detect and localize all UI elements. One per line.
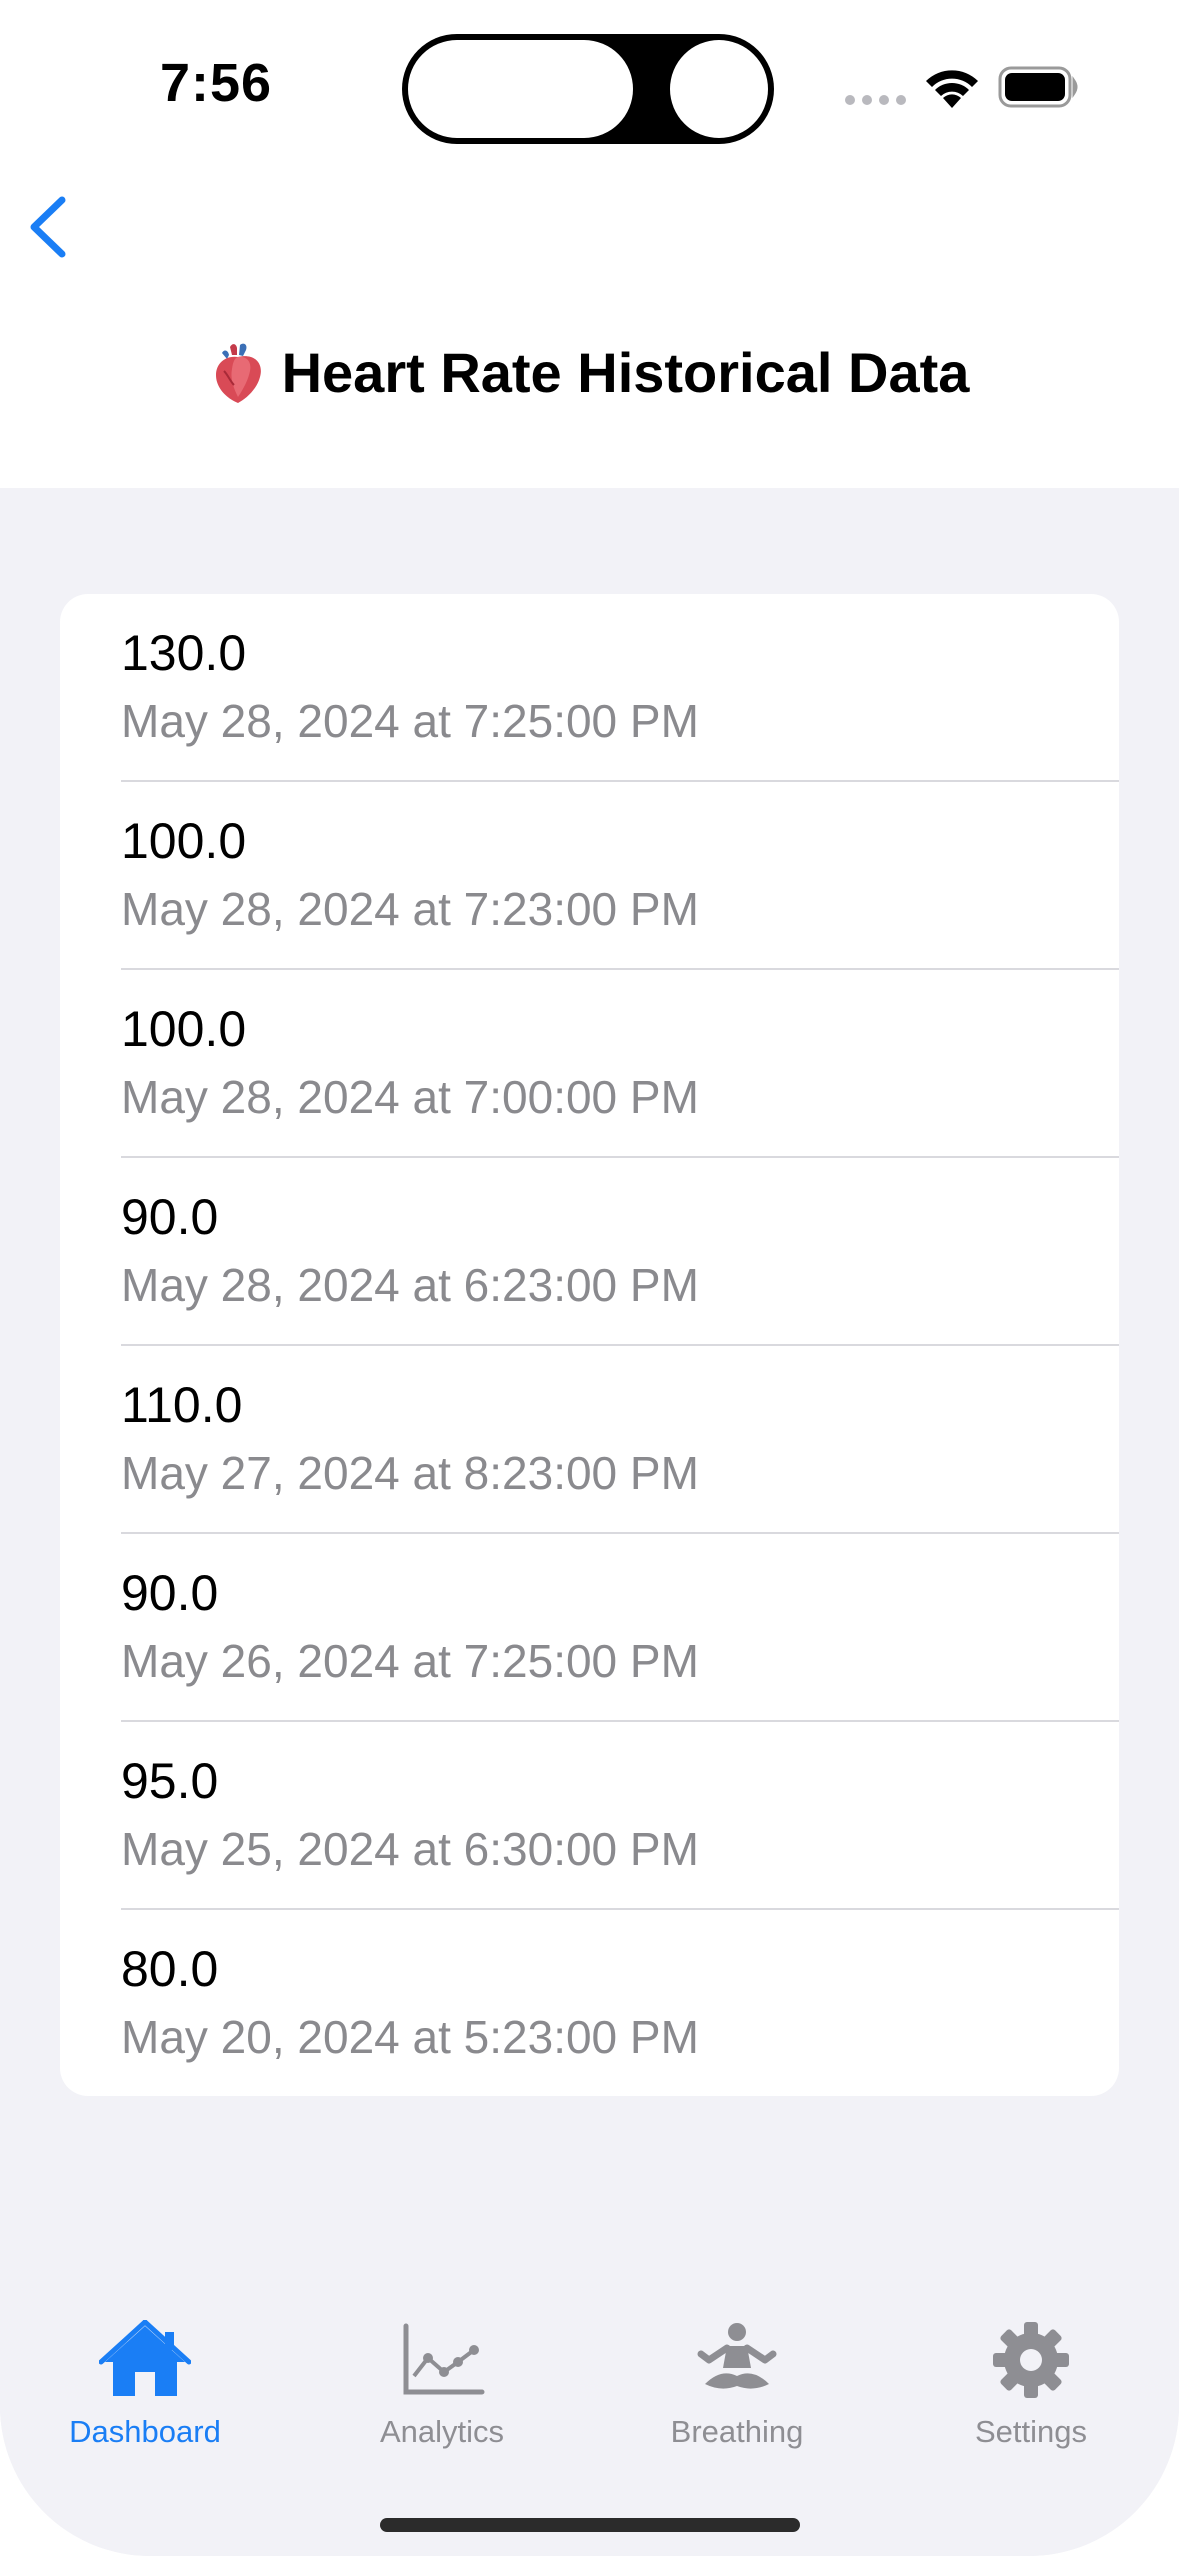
gear-icon	[993, 2322, 1069, 2398]
heart-rate-value: 95.0	[121, 1753, 219, 1809]
anatomical-heart-icon	[215, 343, 261, 403]
list-item[interactable]: 100.0 May 28, 2024 at 7:23:00 PM	[60, 782, 1119, 970]
page-title-text: Heart Rate Historical Data	[281, 341, 970, 404]
heart-rate-timestamp: May 28, 2024 at 6:23:00 PM	[121, 1259, 699, 1311]
wifi-icon	[926, 70, 978, 108]
heart-rate-timestamp: May 25, 2024 at 6:30:00 PM	[121, 1823, 699, 1875]
tab-analytics[interactable]: Analytics	[322, 2320, 562, 2500]
dynamic-island-pill	[408, 40, 633, 138]
tab-analytics-label: Analytics	[379, 2414, 505, 2449]
heart-rate-value: 90.0	[121, 1565, 219, 1621]
meditation-figure-icon	[697, 2323, 777, 2389]
list-item[interactable]: 90.0 May 26, 2024 at 7:25:00 PM	[60, 1534, 1119, 1722]
list-item[interactable]: 80.0 May 20, 2024 at 5:23:00 PM	[60, 1910, 1119, 2096]
back-button[interactable]	[18, 190, 78, 264]
heart-rate-value: 110.0	[121, 1377, 243, 1433]
heart-rate-value: 80.0	[121, 1941, 219, 1997]
home-indicator[interactable]	[380, 2518, 800, 2532]
line-chart-icon	[403, 2323, 485, 2395]
tab-dashboard-label: Dashboard	[69, 2414, 221, 2449]
battery-icon	[998, 66, 1078, 108]
heart-rate-timestamp: May 20, 2024 at 5:23:00 PM	[121, 2011, 699, 2063]
page-title: Heart Rate Historical Data	[210, 340, 970, 405]
heart-rate-timestamp: May 28, 2024 at 7:00:00 PM	[121, 1071, 699, 1123]
tab-breathing-label: Breathing	[670, 2414, 804, 2449]
heart-rate-timestamp: May 28, 2024 at 7:23:00 PM	[121, 883, 699, 935]
tab-settings-label: Settings	[974, 2414, 1087, 2449]
list-item[interactable]: 130.0 May 28, 2024 at 7:25:00 PM	[60, 594, 1119, 782]
cellular-signal-icon	[845, 95, 906, 105]
dynamic-island	[402, 34, 774, 144]
heart-rate-value: 90.0	[121, 1189, 219, 1245]
list-item[interactable]: 100.0 May 28, 2024 at 7:00:00 PM	[60, 970, 1119, 1158]
status-time: 7:56	[160, 53, 273, 113]
tab-settings[interactable]: Settings	[911, 2320, 1151, 2500]
heart-rate-value: 130.0	[121, 625, 247, 681]
tab-dashboard[interactable]: Dashboard	[25, 2320, 265, 2500]
heart-rate-value: 100.0	[121, 1001, 247, 1057]
heart-rate-timestamp: May 27, 2024 at 8:23:00 PM	[121, 1447, 699, 1499]
house-icon	[99, 2320, 191, 2396]
heart-rate-timestamp: May 26, 2024 at 7:25:00 PM	[121, 1635, 699, 1687]
dynamic-island-camera	[670, 40, 768, 138]
tab-breathing[interactable]: Breathing	[617, 2320, 857, 2500]
list-item[interactable]: 90.0 May 28, 2024 at 6:23:00 PM	[60, 1158, 1119, 1346]
page-title-container: Heart Rate Historical Data	[0, 340, 1179, 410]
heart-rate-list[interactable]: 130.0 May 28, 2024 at 7:25:00 PM 100.0 May …	[60, 594, 1119, 2096]
list-item[interactable]: 110.0 May 27, 2024 at 8:23:00 PM	[60, 1346, 1119, 1534]
app-screen: 7:56 Heart Rate Historical Data 130.0 Ma…	[0, 0, 1179, 2556]
list-item[interactable]: 95.0 May 25, 2024 at 6:30:00 PM	[60, 1722, 1119, 1910]
heart-rate-value: 100.0	[121, 813, 247, 869]
header: 7:56 Heart Rate Historical Data	[0, 0, 1179, 488]
heart-rate-timestamp: May 28, 2024 at 7:25:00 PM	[121, 695, 699, 747]
